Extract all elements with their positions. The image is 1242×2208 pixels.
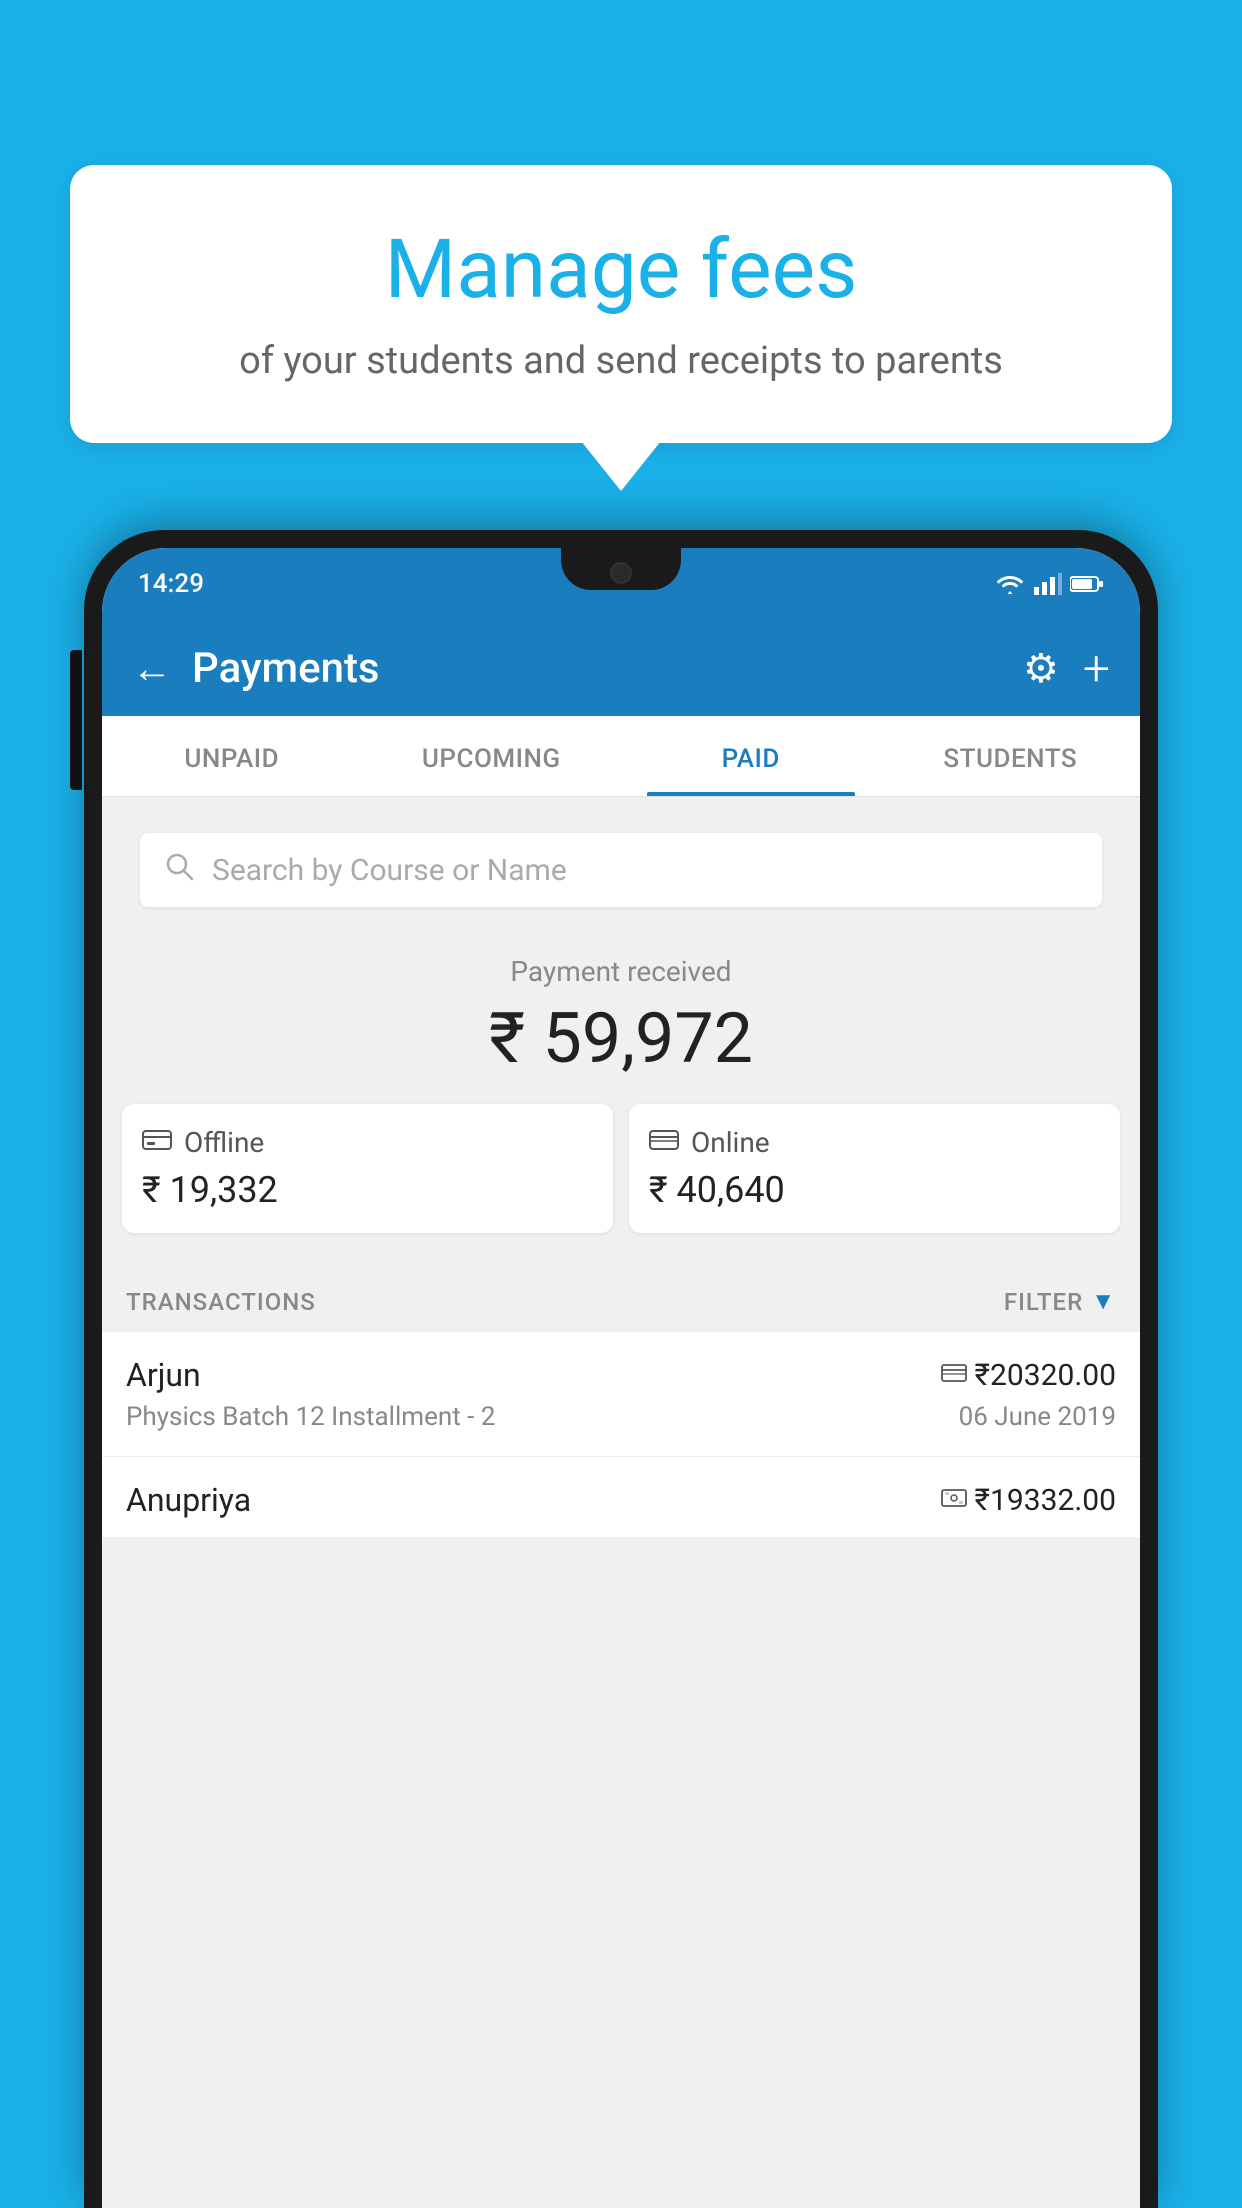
table-row[interactable]: Arjun ₹20320.00 Physics Batch 1 [102, 1332, 1140, 1457]
search-icon [164, 851, 194, 889]
bubble-subtitle: of your students and send receipts to pa… [120, 335, 1122, 388]
payment-cards: Offline ₹ 19,332 Onli [122, 1104, 1120, 1233]
tab-students[interactable]: STUDENTS [881, 716, 1141, 796]
app-bar-icons: ⚙ + [1023, 640, 1110, 697]
offline-amount: ₹ 19,332 [142, 1169, 278, 1211]
online-card: Online ₹ 40,640 [629, 1104, 1120, 1233]
cash-payment-icon [941, 1486, 967, 1514]
offline-icon [142, 1126, 172, 1159]
student-name: Arjun [126, 1356, 201, 1394]
search-bar[interactable]: Search by Course or Name [140, 833, 1102, 907]
amount-row: ₹19332.00 [941, 1483, 1116, 1518]
transaction-list: Arjun ₹20320.00 Physics Batch 1 [102, 1332, 1140, 1537]
phone-frame: 14:29 [84, 530, 1158, 2208]
transactions-label: TRANSACTIONS [126, 1288, 316, 1316]
speech-bubble: Manage fees of your students and send re… [70, 165, 1172, 443]
filter-button[interactable]: FILTER ▼ [1004, 1287, 1116, 1316]
tab-unpaid[interactable]: UNPAID [102, 716, 362, 796]
offline-label: Offline [184, 1126, 264, 1159]
offline-card: Offline ₹ 19,332 [122, 1104, 613, 1233]
signal-icon [1034, 573, 1062, 595]
back-button[interactable]: ← [132, 645, 172, 692]
payment-total-amount: ₹ 59,972 [122, 998, 1120, 1080]
bubble-title: Manage fees [120, 225, 1122, 315]
tab-paid[interactable]: PAID [621, 716, 881, 796]
transaction-amount: ₹20320.00 [975, 1358, 1116, 1393]
amount-row: ₹20320.00 [941, 1358, 1116, 1393]
app-bar: ← Payments ⚙ + [102, 620, 1140, 716]
online-icon [649, 1126, 679, 1159]
tab-upcoming[interactable]: UPCOMING [362, 716, 622, 796]
app-title: Payments [192, 644, 1003, 693]
student-name: Anupriya [126, 1481, 251, 1519]
card-payment-icon [941, 1361, 967, 1389]
online-amount: ₹ 40,640 [649, 1169, 785, 1211]
course-name: Physics Batch 12 Installment - 2 [126, 1402, 495, 1432]
status-icons [994, 573, 1104, 595]
add-button[interactable]: + [1083, 640, 1110, 697]
notch-cutout [561, 548, 681, 590]
battery-icon [1070, 575, 1104, 593]
payment-summary: Payment received ₹ 59,972 Offline [102, 925, 1140, 1267]
payment-received-label: Payment received [122, 955, 1120, 988]
tab-bar: UNPAID UPCOMING PAID STUDENTS [102, 716, 1140, 797]
transaction-date: 06 June 2019 [959, 1402, 1116, 1432]
transaction-amount: ₹19332.00 [975, 1483, 1116, 1518]
filter-icon: ▼ [1091, 1287, 1116, 1316]
camera [610, 562, 632, 584]
transactions-header: TRANSACTIONS FILTER ▼ [102, 1267, 1140, 1332]
search-placeholder-text: Search by Course or Name [212, 853, 567, 888]
status-bar: 14:29 [102, 548, 1140, 620]
wifi-icon [994, 573, 1026, 595]
status-time: 14:29 [138, 569, 204, 599]
online-label: Online [691, 1126, 770, 1159]
filter-label: FILTER [1004, 1288, 1083, 1316]
phone-screen: 14:29 [102, 548, 1140, 2208]
table-row[interactable]: Anupriya ₹19332.00 [102, 1457, 1140, 1537]
settings-button[interactable]: ⚙ [1023, 645, 1059, 692]
